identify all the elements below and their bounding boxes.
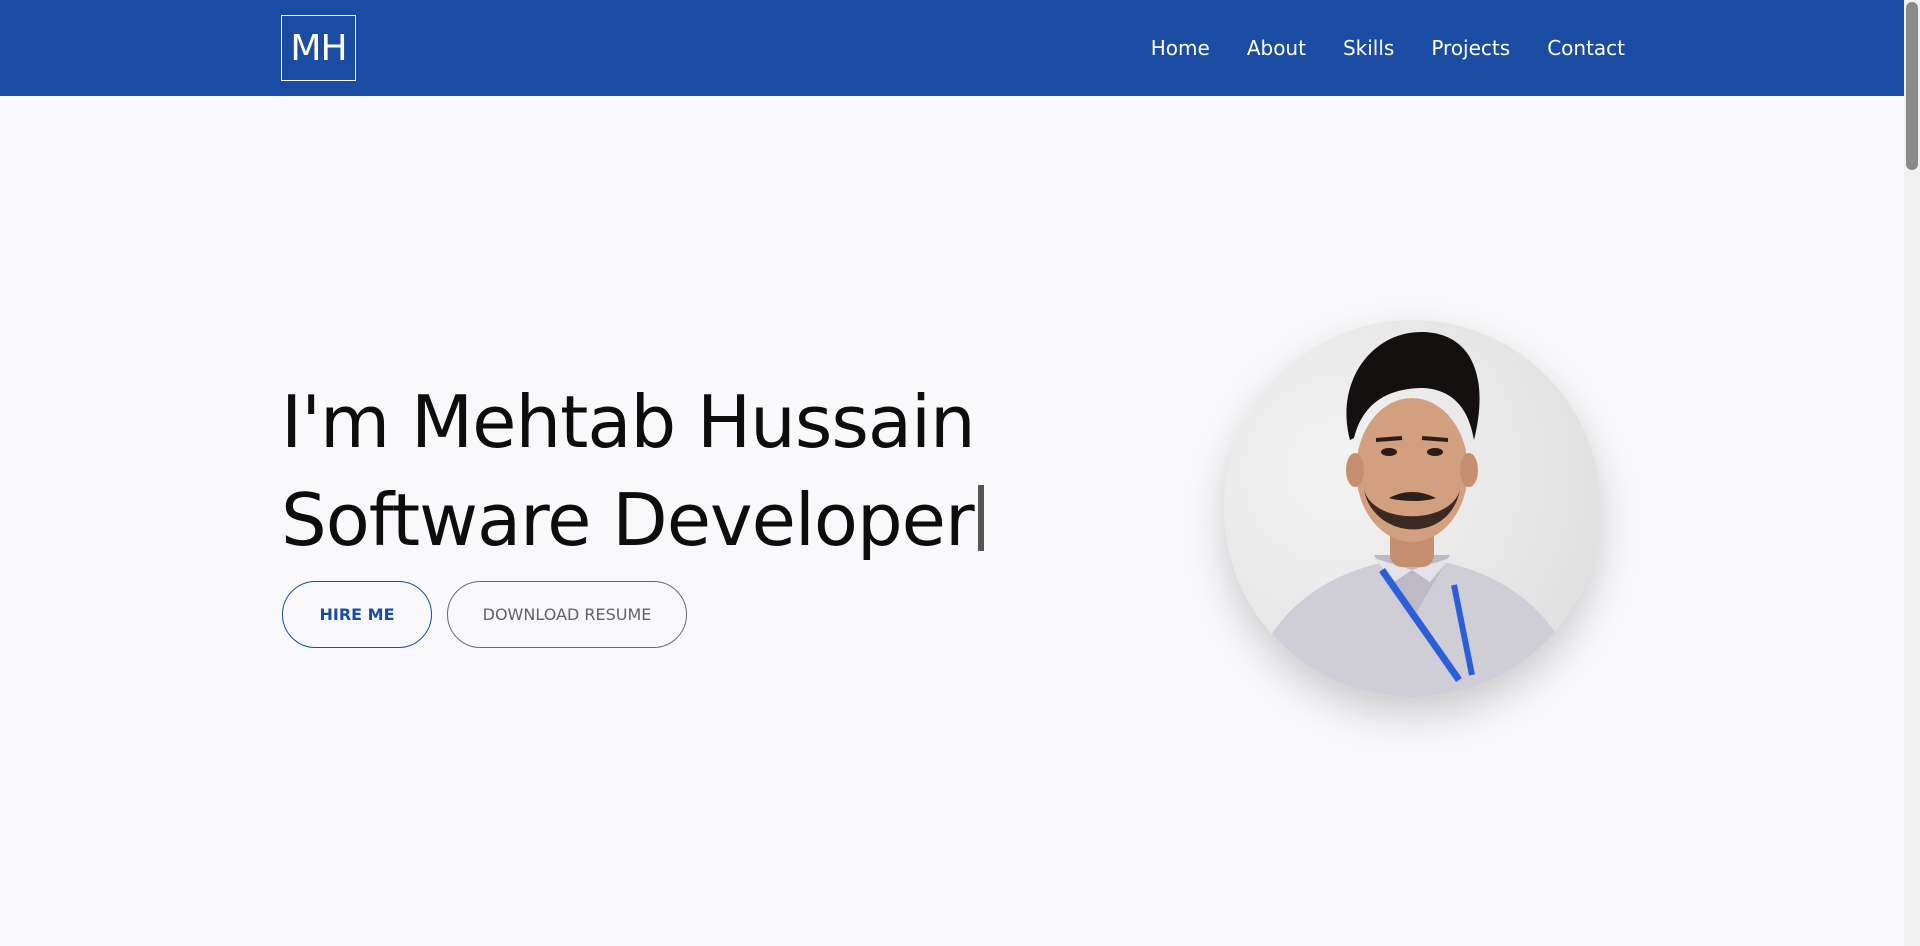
nav-item-projects: Projects	[1431, 36, 1510, 60]
nav-link-home[interactable]: Home	[1151, 36, 1210, 60]
hero-title: I'm Mehtab Hussain Software Developer	[281, 373, 984, 569]
scrollbar[interactable]	[1904, 0, 1920, 946]
hero-title-line1: I'm Mehtab Hussain	[281, 380, 976, 464]
nav-link-projects[interactable]: Projects	[1431, 36, 1510, 60]
typing-cursor	[977, 485, 984, 551]
nav-item-home: Home	[1151, 36, 1210, 60]
logo[interactable]: MH	[281, 15, 356, 81]
scrollbar-thumb[interactable]	[1906, 2, 1918, 170]
nav-link-contact[interactable]: Contact	[1547, 36, 1625, 60]
hero-title-line2: Software Developer	[281, 478, 975, 562]
nav-item-about: About	[1247, 36, 1306, 60]
download-resume-button[interactable]: DOWNLOAD RESUME	[447, 581, 687, 648]
profile-photo-illustration	[1244, 331, 1584, 697]
hire-me-button[interactable]: HIRE ME	[282, 581, 432, 648]
nav-item-contact: Contact	[1547, 36, 1625, 60]
nav-menu: Home About Skills Projects Contact	[1151, 0, 1625, 96]
nav-item-skills: Skills	[1343, 36, 1394, 60]
navbar: MH Home About Skills Projects Contact	[0, 0, 1904, 96]
nav-link-skills[interactable]: Skills	[1343, 36, 1394, 60]
nav-link-about[interactable]: About	[1247, 36, 1306, 60]
profile-photo	[1224, 320, 1601, 697]
